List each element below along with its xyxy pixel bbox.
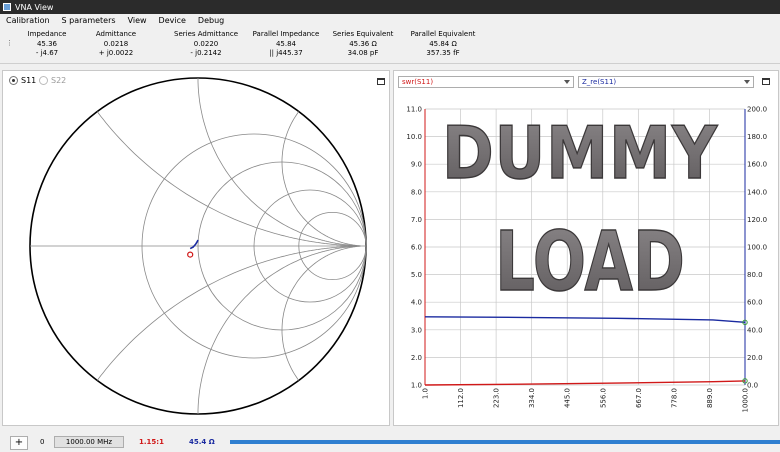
series-admittance-label: Series Admittance — [174, 30, 238, 38]
admittance-value-real: 0.0218 — [103, 39, 129, 48]
series-admittance-column: Series Admittance 0.0220 - j0.2142 — [172, 30, 240, 59]
right-axis-tick-label: 100.0 — [747, 244, 767, 252]
add-marker-button[interactable]: + — [10, 436, 28, 450]
x-axis-tick-label: 1.0 — [422, 388, 430, 399]
series-equivalent-resistance: 45.36 Ω — [349, 39, 377, 48]
menu-view[interactable]: View — [122, 14, 153, 27]
s22-radio[interactable]: S22 — [39, 76, 66, 85]
right-axis-tick-label: 20.0 — [747, 354, 763, 362]
parallel-equivalent-reactance: 357.35 fF — [426, 49, 460, 57]
parallel-impedance-value-imag: || j445.37 — [269, 49, 303, 57]
parallel-equivalent-column: Parallel Equivalent 45.84 Ω 357.35 fF — [410, 30, 476, 59]
right-axis-tick-label: 180.0 — [747, 133, 767, 141]
load-overlay-text: LOAD — [495, 215, 685, 310]
left-axis-ticks: 11.0 10.0 9.0 8.0 7.0 6.0 5.0 4.0 3.0 2.0 1.0 — [406, 106, 422, 390]
series-equivalent-label: Series Equivalent — [332, 30, 394, 38]
s22-radio-label: S22 — [51, 76, 67, 85]
s22-radio-indicator[interactable] — [39, 76, 48, 85]
right-axis-tick-label: 40.0 — [747, 326, 763, 334]
admittance-column: Admittance 0.0218 + j0.0022 — [86, 30, 146, 59]
marker-frequency-field[interactable]: 1000.00 MHz — [54, 436, 124, 448]
x-axis-tick-label: 778.0 — [670, 388, 678, 408]
impedance-value-imag: - j4.67 — [35, 49, 59, 57]
smith-maximize-icon[interactable] — [377, 78, 385, 85]
series-equivalent-reactance: 34.08 pF — [347, 49, 379, 57]
s11-radio-indicator[interactable] — [9, 76, 18, 85]
left-axis-tick-label: 2.0 — [411, 354, 422, 362]
impedance-value-real: 45.36 — [36, 39, 58, 48]
x-axis-tick-label: 445.0 — [564, 388, 572, 408]
impedance-column: Impedance 45.36 - j4.67 — [18, 30, 76, 59]
right-axis-tick-label: 200.0 — [747, 106, 767, 114]
values-bar: ⋮ Impedance 45.36 - j4.67 Admittance 0.0… — [0, 27, 780, 65]
app-icon — [3, 3, 11, 11]
left-axis-tick-label: 10.0 — [406, 133, 422, 141]
menu-bar: Calibration S parameters View Device Deb… — [0, 14, 780, 27]
title-bar: VNA View — [0, 0, 780, 14]
right-axis-tick-label: 60.0 — [747, 299, 763, 307]
parallel-impedance-column: Parallel Impedance 45.84 || j445.37 — [252, 30, 320, 59]
marker-impedance-readout: 45.4 Ω — [189, 438, 215, 446]
swr-series-line — [424, 380, 746, 386]
admittance-label: Admittance — [95, 30, 137, 38]
right-axis-ticks: 200.0 180.0 160.0 140.0 120.0 100.0 80.0 60.0 40… — [747, 106, 767, 390]
values-divider — [0, 63, 780, 64]
frequency-slider-track[interactable] — [230, 440, 780, 444]
x-axis-ticks: 1.0 112.0 223.0 334.0 445.0 556.0 667.0 778.0 88… — [422, 388, 750, 413]
x-axis-tick-label: 556.0 — [599, 388, 607, 408]
x-axis-tick-label: 889.0 — [706, 388, 714, 408]
left-axis-tick-label: 8.0 — [411, 188, 422, 196]
menu-debug[interactable]: Debug — [192, 14, 230, 27]
x-axis-tick-label: 1000.0 — [742, 388, 750, 413]
left-axis-tick-label: 5.0 — [411, 271, 422, 279]
right-axis-tick-label: 120.0 — [747, 216, 767, 224]
left-axis-tick-label: 9.0 — [411, 161, 422, 169]
z-real-series-line — [424, 316, 746, 323]
left-axis-tick-label: 3.0 — [411, 326, 422, 334]
right-axis-tick-label: 160.0 — [747, 161, 767, 169]
right-axis-tick-label: 80.0 — [747, 271, 763, 279]
x-axis-tick-label: 112.0 — [457, 388, 465, 408]
marker-bar: + 0 1000.00 MHz 1.15:1 45.4 Ω — [0, 428, 780, 452]
x-axis-tick-label: 223.0 — [493, 388, 501, 408]
left-axis-tick-label: 7.0 — [411, 216, 422, 224]
series-admittance-value-imag: - j0.2142 — [190, 49, 222, 57]
marker-index: 0 — [40, 438, 45, 446]
dummy-overlay-text: DUMMY — [442, 111, 718, 195]
window-title: VNA View — [15, 2, 54, 12]
x-axis-tick-label: 667.0 — [635, 388, 643, 408]
series-admittance-value-real: 0.0220 — [193, 39, 219, 48]
s11-marker[interactable] — [187, 251, 194, 258]
parallel-equivalent-resistance: 45.84 Ω — [429, 39, 457, 48]
s11-radio[interactable]: S11 — [9, 76, 36, 85]
s11-radio-label: S11 — [21, 76, 37, 85]
impedance-label: Impedance — [27, 30, 67, 38]
plot-pane: swr(S11) Z_re(S11) 11.0 10.0 9.0 8.0 7.0 6.0 5… — [393, 70, 779, 426]
chart-series — [424, 316, 748, 386]
parallel-equivalent-label: Parallel Equivalent — [410, 30, 476, 38]
parallel-impedance-value-real: 45.84 — [275, 39, 297, 48]
series-equivalent-column: Series Equivalent 45.36 Ω 34.08 pF — [330, 30, 396, 59]
x-axis-tick-label: 334.0 — [528, 388, 536, 408]
right-axis-tick-label: 140.0 — [747, 188, 767, 196]
s11-trace — [189, 239, 199, 250]
left-axis-tick-label: 4.0 — [411, 299, 422, 307]
smith-chart-pane: S11 S22 — [2, 70, 390, 426]
drag-handle-icon[interactable]: ⋮ — [6, 40, 13, 47]
menu-s-parameters[interactable]: S parameters — [56, 14, 122, 27]
marker-swr-readout: 1.15:1 — [139, 438, 164, 446]
admittance-value-imag: + j0.0022 — [98, 49, 134, 57]
left-axis-tick-label: 11.0 — [406, 106, 422, 114]
parallel-impedance-label: Parallel Impedance — [252, 30, 320, 38]
left-axis-tick-label: 1.0 — [411, 382, 422, 390]
left-axis-tick-label: 6.0 — [411, 244, 422, 252]
swr-impedance-chart[interactable]: 11.0 10.0 9.0 8.0 7.0 6.0 5.0 4.0 3.0 2.0 1.0 200.… — [394, 71, 778, 425]
menu-device[interactable]: Device — [153, 14, 192, 27]
smith-chart[interactable] — [3, 71, 389, 425]
menu-calibration[interactable]: Calibration — [0, 14, 56, 27]
